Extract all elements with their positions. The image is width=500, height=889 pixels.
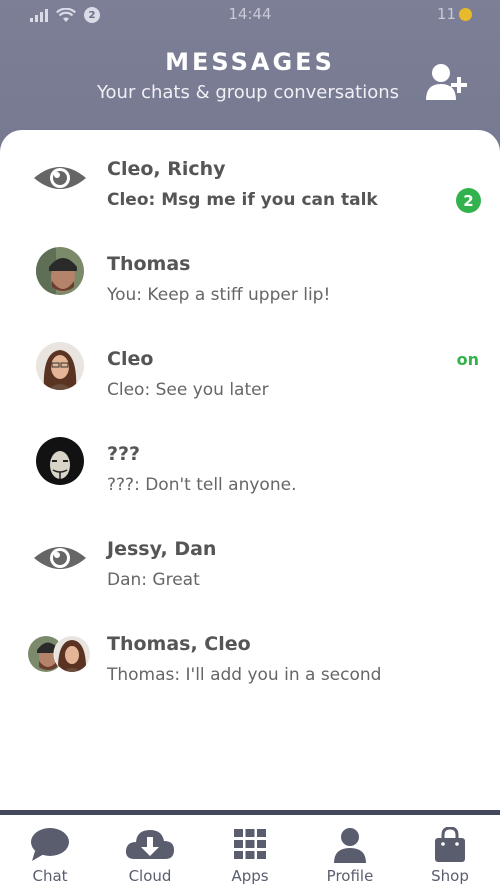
bottom-tab-bar: Chat Cloud Apps Profile Shop [0, 815, 500, 889]
tab-chat[interactable]: Chat [0, 815, 100, 889]
conversation-name: Cleo, Richy [107, 158, 226, 180]
tab-apps[interactable]: Apps [200, 815, 300, 889]
cleo-avatar [36, 342, 84, 390]
conversation-name: Thomas, Cleo [107, 633, 251, 655]
masked-avatar [36, 437, 84, 485]
add-user-icon[interactable] [426, 62, 470, 102]
cloud-download-icon [125, 830, 174, 859]
conversation-preview: Dan: Great [107, 570, 200, 590]
tab-label: Cloud [128, 867, 172, 885]
tab-label: Profile [326, 867, 374, 885]
conversation-row[interactable]: Jessy, Dan Dan: Great [0, 510, 500, 605]
status-time: 14:44 [228, 5, 272, 23]
coin-icon [459, 7, 472, 21]
messages-header: MESSAGES Your chats & group conversation… [0, 48, 500, 103]
tab-label: Chat [32, 867, 68, 885]
tab-cloud[interactable]: Cloud [100, 815, 200, 889]
page-subtitle: Your chats & group conversations [96, 82, 400, 103]
conversation-row[interactable]: Thomas, Cleo Thomas: I'll add you in a s… [0, 605, 500, 700]
tab-label: Shop [431, 867, 469, 885]
page-title: MESSAGES [165, 48, 335, 76]
conversation-row[interactable]: Cleo, Richy Cleo: Msg me if you can talk… [0, 130, 500, 225]
conversation-row[interactable]: Thomas You: Keep a stiff upper lip! [0, 225, 500, 320]
tab-profile[interactable]: Profile [300, 815, 400, 889]
conversation-preview: Cleo: See you later [107, 380, 269, 400]
thomas-avatar [36, 247, 84, 295]
group-avatar [28, 635, 91, 673]
unread-badge: 2 [456, 188, 481, 213]
conversation-preview: Thomas: I'll add you in a second [107, 665, 382, 685]
conversation-list: Cleo, Richy Cleo: Msg me if you can talk… [0, 130, 500, 810]
conversation-name: ??? [107, 443, 141, 465]
conversation-preview: Cleo: Msg me if you can talk [107, 190, 378, 210]
coin-balance: 11 [437, 5, 472, 23]
conversation-name: Thomas [107, 253, 191, 275]
grid-icon [234, 829, 266, 859]
tab-shop[interactable]: Shop [400, 815, 500, 889]
conversation-name: Cleo [107, 348, 154, 370]
person-icon [334, 828, 366, 863]
conversation-row[interactable]: Cleo Cleo: See you later on [0, 320, 500, 415]
eye-icon [34, 547, 86, 569]
shopping-bag-icon [435, 827, 465, 862]
coin-count: 11 [436, 5, 456, 23]
online-status: on [456, 350, 479, 369]
status-bar: 2 14:44 11 [0, 0, 500, 30]
conversation-preview: You: Keep a stiff upper lip! [107, 285, 331, 305]
chat-bubble-icon [31, 828, 69, 861]
tab-label: Apps [231, 867, 269, 885]
conversation-name: Jessy, Dan [107, 538, 217, 560]
conversation-row[interactable]: ??? ???: Don't tell anyone. [0, 415, 500, 510]
eye-icon [34, 167, 86, 189]
conversation-preview: ???: Don't tell anyone. [107, 475, 297, 495]
